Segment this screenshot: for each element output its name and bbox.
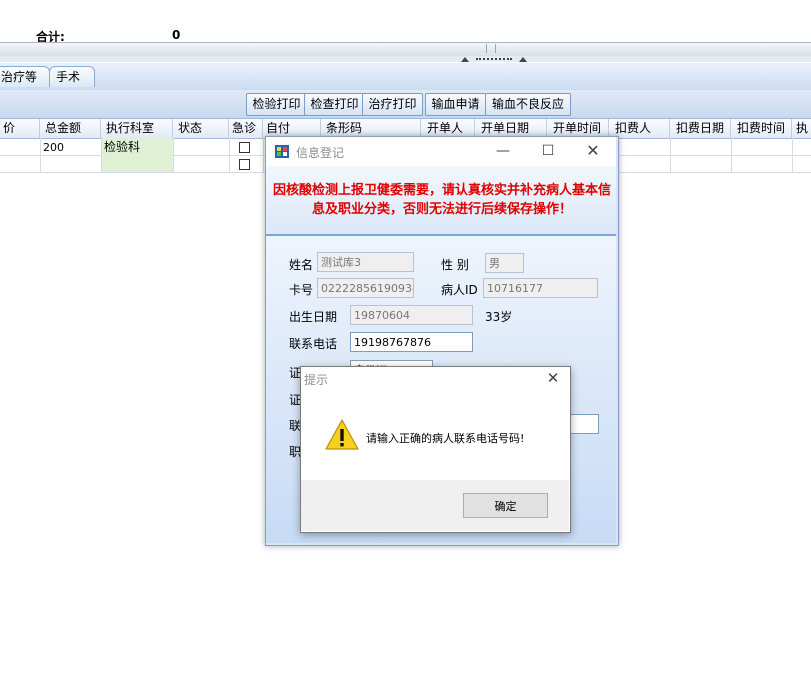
tab-strip [0,63,811,91]
phone-label: 联系电话 [289,337,338,351]
transfusion-request-button[interactable]: 输血申请 [425,93,486,116]
grid-divider [40,138,41,172]
col-exec[interactable]: 执 [792,119,811,138]
treatment-print-button[interactable]: 治疗打印 [362,93,423,116]
dob-field[interactable]: 19870604 [350,305,473,325]
grid-divider [101,138,102,172]
emergency-checkbox[interactable] [239,159,250,170]
grid-divider [670,138,671,172]
exam-print-button[interactable]: 检查打印 [304,93,365,116]
close-icon[interactable]: ✕ [579,140,607,162]
col-status[interactable]: 状态 [173,119,229,138]
splitter-handle[interactable] [0,56,811,62]
splitter-grip-icon[interactable] [486,44,496,53]
col-exec-dept[interactable]: 执行科室 [101,119,173,138]
gender-label: 性 别 [441,258,469,272]
col-total-amount[interactable]: 总金额 [40,119,101,138]
maximize-icon[interactable]: ☐ [534,140,562,162]
total-value: 0 [172,28,181,42]
grid-divider [731,138,732,172]
tab-surgery[interactable]: 手术 [49,66,95,87]
lab-print-button[interactable]: 检验打印 [246,93,307,116]
emergency-checkbox[interactable] [239,142,250,153]
dob-label: 出生日期 [289,310,338,324]
tab-treatment[interactable]: 治疗等 [0,66,50,87]
col-price[interactable]: 价 [0,119,40,138]
grid-divider [173,138,174,172]
collapse-up-icon[interactable] [461,57,469,62]
app-icon [275,145,289,158]
expand-up-icon[interactable] [519,57,527,62]
summary-row [0,24,811,42]
col-emergency[interactable]: 急诊 [229,119,263,138]
gender-field[interactable]: 男 [485,253,524,273]
minimize-icon[interactable]: — [489,140,517,162]
card-field[interactable]: 022228561909349 [317,278,414,298]
alert-message: 请输入正确的病人联系电话号码! [366,432,525,445]
tab-label: 手术 [56,70,81,84]
phone-field[interactable]: 19198767876 [350,332,473,352]
alert-close-icon[interactable]: ✕ [544,369,562,387]
col-charge-time[interactable]: 扣费时间 [731,119,792,138]
patient-id-field[interactable]: 10716177 [483,278,598,298]
alert-title: 提示 [304,373,329,387]
name-field[interactable]: 测试库3 [317,252,414,272]
transfusion-reaction-button[interactable]: 输血不良反应 [485,93,571,116]
age-value: 33岁 [485,310,513,324]
dept-cell: 检验科 [104,140,141,154]
name-label: 姓名 [289,258,314,272]
grid-divider [229,138,230,172]
amount-cell: 200 [43,141,64,154]
grid-divider [792,138,793,172]
warning-text: 因核酸检测上报卫健委需要，请认真核实并补充病人基本信息及职业分类，否则无法进行后… [272,183,611,217]
dialog-title: 信息登记 [296,146,345,160]
ok-button[interactable]: 确定 [463,493,548,518]
patient-id-label: 病人ID [441,283,478,297]
card-label: 卡号 [289,283,314,297]
warning-icon [325,419,359,451]
tab-label: 治疗等 [1,70,38,84]
col-charge-date[interactable]: 扣费日期 [670,119,731,138]
